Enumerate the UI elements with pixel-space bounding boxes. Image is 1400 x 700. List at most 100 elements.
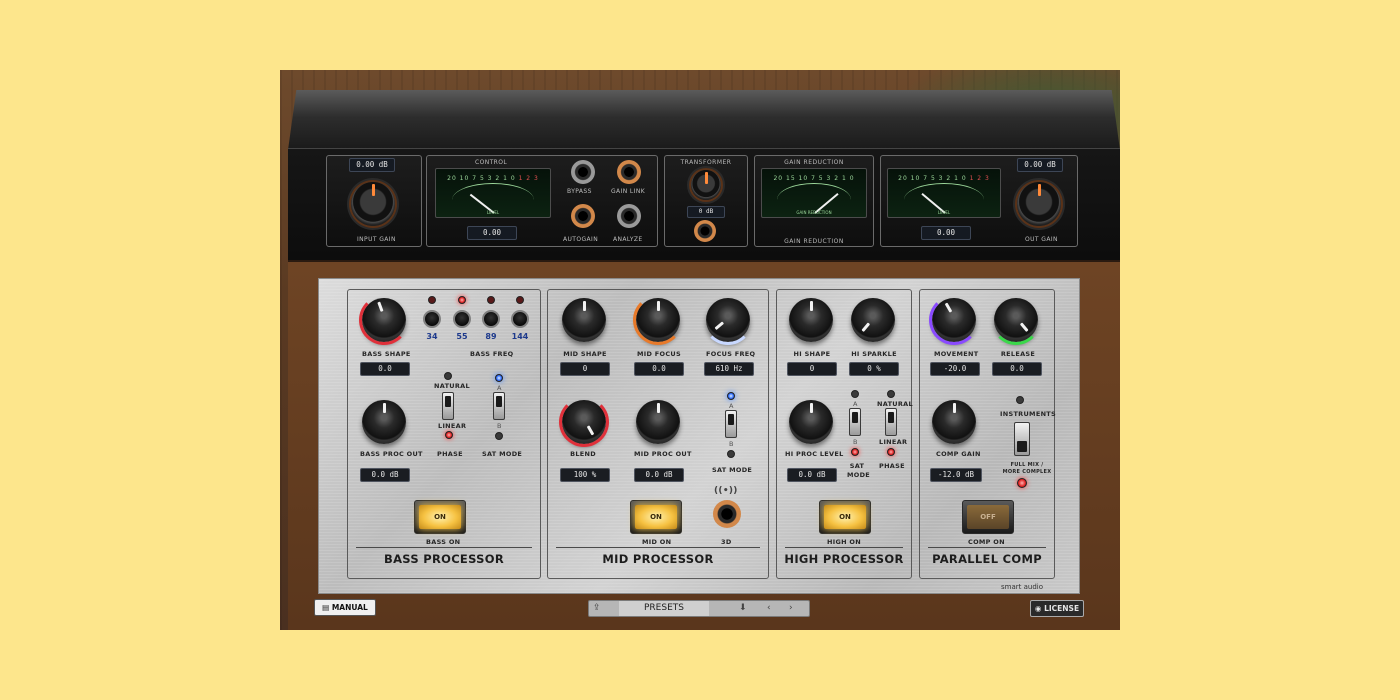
- bass-sat-b-led: [495, 432, 503, 440]
- bass-sat-mode-label: SAT MODE: [482, 450, 523, 458]
- hi-shape-display: 0: [787, 362, 837, 376]
- license-button[interactable]: ◉ LICENSE: [1030, 600, 1084, 617]
- comp-gain-knob[interactable]: [932, 400, 976, 444]
- mid-sat-mode-toggle[interactable]: [725, 410, 737, 438]
- bass-freq-led-89: [487, 296, 495, 304]
- mid-shape-knob[interactable]: [562, 298, 606, 342]
- comp-on-label: COMP ON: [968, 538, 1005, 546]
- bass-freq-button-55[interactable]: [453, 310, 471, 328]
- comp-gain-display: -12.0 dB: [930, 468, 982, 482]
- download-icon[interactable]: ⬇: [739, 601, 747, 616]
- hi-shape-knob[interactable]: [789, 298, 833, 342]
- mid-on-label: MID ON: [642, 538, 672, 546]
- movement-knob[interactable]: [929, 295, 979, 345]
- save-preset-icon[interactable]: ⇪: [593, 601, 601, 616]
- book-icon: ▤: [322, 603, 332, 612]
- mid-focus-knob[interactable]: [633, 295, 683, 345]
- instruments-led: [1016, 396, 1024, 404]
- hi-sparkle-knob[interactable]: [851, 298, 895, 342]
- movement-label: MOVEMENT: [934, 350, 979, 358]
- bass-shape-knob[interactable]: [359, 295, 409, 345]
- mid-proc-out-knob[interactable]: [636, 400, 680, 444]
- autogain-button[interactable]: [571, 204, 595, 228]
- mid-on-button[interactable]: ON: [630, 500, 682, 534]
- high-on-label: HIGH ON: [827, 538, 861, 546]
- preset-name[interactable]: PRESETS: [619, 601, 709, 616]
- bass-freq-144: 144: [511, 332, 529, 341]
- input-gain-display: 0.00 dB: [349, 158, 395, 172]
- bass-phase-label: PHASE: [437, 450, 463, 458]
- hi-sat-b-label: B: [853, 438, 858, 446]
- out-display: 0.00: [921, 226, 971, 240]
- release-display: 0.0: [992, 362, 1042, 376]
- mid-shape-label: MID SHAPE: [563, 350, 607, 358]
- analyze-label: ANALYZE: [613, 236, 643, 243]
- hi-phase-label: PHASE: [879, 462, 905, 470]
- full-mix-label: FULL MIX / MORE COMPLEX: [1002, 462, 1052, 475]
- mid-focus-display: 0.0: [634, 362, 684, 376]
- hi-natural-label: NATURAL: [877, 400, 913, 408]
- mid-focus-label: MID FOCUS: [637, 350, 681, 358]
- gain-link-button[interactable]: [617, 160, 641, 184]
- hi-linear-label: LINEAR: [879, 438, 908, 446]
- bypass-label: BYPASS: [567, 188, 592, 195]
- processor-panel: BASS SHAPE 0.0 34 55 89 144 BASS FREQ NA…: [318, 278, 1080, 594]
- focus-freq-knob[interactable]: [703, 298, 753, 345]
- hi-natural-led: [887, 390, 895, 398]
- bass-proc-out-knob[interactable]: [362, 400, 406, 444]
- mid-sat-b-led: [727, 450, 735, 458]
- high-on-button[interactable]: ON: [819, 500, 871, 534]
- bass-proc-out-display: 0.0 dB: [360, 468, 410, 482]
- input-gain-knob[interactable]: [351, 182, 395, 226]
- manual-button[interactable]: ▤ MANUAL: [314, 599, 376, 616]
- transformer-knob[interactable]: [691, 170, 721, 200]
- bass-freq-55: 55: [456, 332, 468, 341]
- transformer-button[interactable]: [694, 220, 716, 242]
- gain-link-label: GAIN LINK: [611, 188, 646, 195]
- bass-freq-button-144[interactable]: [511, 310, 529, 328]
- bass-sat-a-label: A: [497, 384, 502, 392]
- analyze-button[interactable]: [617, 204, 641, 228]
- control-panel: CONTROL 20 10 7 5 3 2 1 0 1 2 3 LEVEL 0.…: [426, 155, 658, 247]
- comp-gain-label: COMP GAIN: [936, 450, 981, 458]
- out-gain-display: 0.00 dB: [1017, 158, 1063, 172]
- bass-freq-button-34[interactable]: [423, 310, 441, 328]
- prev-preset-icon[interactable]: ‹: [767, 601, 771, 616]
- bass-freq-button-89[interactable]: [482, 310, 500, 328]
- comp-mode-toggle[interactable]: [1014, 422, 1030, 456]
- bass-linear-led: [445, 431, 453, 439]
- brand-logo: smart audio: [1001, 583, 1043, 591]
- high-processor-title: HIGH PROCESSOR: [784, 552, 904, 566]
- hi-linear-led: [887, 448, 895, 456]
- comp-on-button[interactable]: OFF: [962, 500, 1014, 534]
- bass-sat-mode-toggle[interactable]: [493, 392, 505, 420]
- bass-natural-led: [444, 372, 452, 380]
- gain-reduction-label: GAIN REDUCTION: [784, 238, 844, 245]
- bass-processor-title: BASS PROCESSOR: [384, 552, 504, 566]
- instruments-label: INSTRUMENTS: [1000, 410, 1057, 418]
- transformer-display: 0 dB: [687, 206, 725, 218]
- next-preset-icon[interactable]: ›: [789, 601, 793, 616]
- mid-sat-b-label: B: [729, 440, 734, 448]
- preset-bar: ⇪ PRESETS ⬇ ‹ ›: [588, 600, 810, 617]
- hi-phase-toggle[interactable]: [885, 408, 897, 436]
- bass-on-button[interactable]: ON: [414, 500, 466, 534]
- gain-reduction-title: GAIN REDUCTION: [784, 159, 844, 166]
- 3d-button[interactable]: [713, 500, 741, 528]
- movement-display: -20.0: [930, 362, 980, 376]
- rack-top-cover: [288, 90, 1120, 150]
- hi-sat-mode-toggle[interactable]: [849, 408, 861, 436]
- focus-freq-label: FOCUS FREQ: [706, 350, 756, 358]
- hi-proc-level-knob[interactable]: [789, 400, 833, 444]
- bass-shape-label: BASS SHAPE: [362, 350, 411, 358]
- hi-sat-mode-label: SAT MODE: [847, 462, 871, 479]
- bass-freq-89: 89: [485, 332, 497, 341]
- bass-on-label: BASS ON: [426, 538, 461, 546]
- hi-proc-level-display: 0.0 dB: [787, 468, 837, 482]
- bass-phase-toggle[interactable]: [442, 392, 454, 420]
- blend-knob[interactable]: [559, 397, 609, 447]
- release-knob[interactable]: [991, 298, 1041, 345]
- bypass-button[interactable]: [571, 160, 595, 184]
- transformer-panel: TRANSFORMER 0 dB: [664, 155, 748, 247]
- out-gain-knob[interactable]: [1017, 182, 1061, 226]
